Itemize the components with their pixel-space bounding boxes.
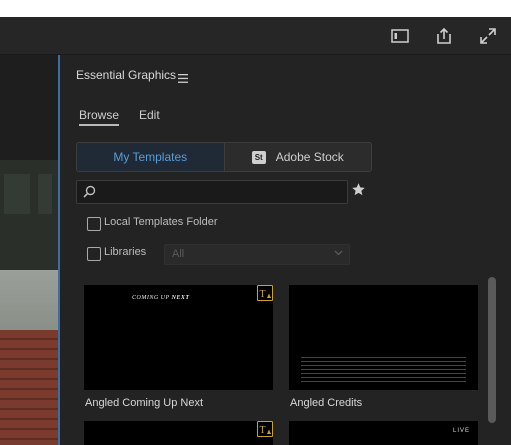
- search-field[interactable]: [76, 180, 348, 204]
- svg-text:T: T: [260, 425, 266, 436]
- template-label: Angled Coming Up Next: [85, 397, 204, 409]
- template-source-toggle: My Templates St Adobe Stock: [76, 142, 372, 172]
- adobe-stock-label: Adobe Stock: [275, 150, 344, 164]
- libraries-checkbox[interactable]: [87, 247, 101, 261]
- libraries-label: Libraries: [104, 246, 147, 258]
- hamburger-icon[interactable]: [178, 70, 188, 88]
- warning-icon: T: [257, 285, 273, 301]
- template-thumbnail-live[interactable]: LIVE: [289, 421, 478, 445]
- thumbnail-text: COMING UP NEXT: [132, 295, 190, 301]
- search-icon: [83, 185, 96, 198]
- essential-graphics-panel: Essential Graphics Browse Edit My Templa…: [60, 55, 511, 445]
- template-label: Angled Credits: [290, 397, 363, 409]
- chevron-down-icon: [334, 250, 343, 256]
- window-top-bar: [0, 0, 511, 17]
- my-templates-button[interactable]: My Templates: [77, 143, 225, 171]
- live-badge: LIVE: [452, 428, 470, 434]
- local-templates-label: Local Templates Folder: [104, 216, 218, 228]
- template-thumbnail[interactable]: T: [84, 421, 273, 445]
- libraries-select[interactable]: All: [164, 244, 350, 265]
- credits-text-lines: [301, 357, 466, 385]
- scrollbar[interactable]: [488, 277, 496, 423]
- svg-text:T: T: [260, 289, 266, 300]
- panel-title: Essential Graphics: [76, 68, 177, 82]
- tab-browse[interactable]: Browse: [79, 108, 120, 126]
- panel-toggle-icon[interactable]: [389, 25, 411, 47]
- warning-icon: T: [257, 421, 273, 437]
- export-icon[interactable]: [433, 25, 455, 47]
- program-monitor[interactable]: [0, 55, 60, 445]
- template-thumbnail-coming-up-next[interactable]: COMING UP NEXT T: [84, 285, 273, 390]
- local-templates-checkbox[interactable]: [87, 217, 101, 231]
- toolbar: [0, 17, 511, 55]
- template-thumbnail-angled-credits[interactable]: [289, 285, 478, 390]
- adobe-stock-icon: St: [251, 150, 266, 164]
- tab-edit[interactable]: Edit: [139, 108, 160, 122]
- search-input[interactable]: [101, 183, 341, 201]
- star-icon[interactable]: [351, 182, 366, 202]
- libraries-select-value: All: [172, 248, 185, 260]
- video-frame: [0, 160, 58, 445]
- adobe-stock-button[interactable]: St Adobe Stock: [225, 143, 372, 171]
- fullscreen-icon[interactable]: [477, 25, 499, 47]
